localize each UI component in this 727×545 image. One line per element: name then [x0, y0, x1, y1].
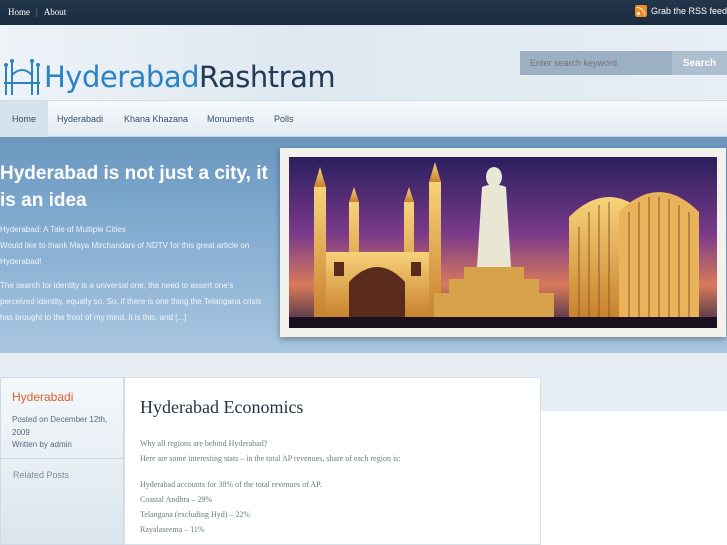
- rss-link[interactable]: Grab the RSS feed: [634, 5, 727, 17]
- post-main: Hyderabad Economics Why all regions are …: [124, 377, 541, 545]
- featured-area: Hyderabad is not just a city, it is an i…: [0, 137, 727, 353]
- post-intro-2: Here are some interesting stats – in the…: [140, 454, 401, 463]
- top-link-about[interactable]: About: [44, 7, 67, 17]
- post-category[interactable]: Hyderabadi: [12, 390, 73, 404]
- sidebar-divider: [1, 458, 123, 459]
- top-links: Home | About: [8, 7, 66, 17]
- post-stat-hyderabad: Hyderabad accounts for 38% of the total …: [140, 480, 322, 489]
- top-link-separator: |: [36, 7, 38, 17]
- top-link-home[interactable]: Home: [8, 7, 30, 17]
- post-intro-1: Why all regions are behind Hyderabad?: [140, 439, 268, 448]
- charminar-logo-icon: [4, 59, 40, 95]
- featured-title[interactable]: Hyderabad is not just a city, it is an i…: [0, 160, 270, 214]
- nav-item-hyderabadi[interactable]: Hyderabadi: [45, 101, 115, 137]
- nav-item-monuments[interactable]: Monuments: [195, 101, 266, 137]
- nav-item-khana-khazana[interactable]: Khana Khazana: [112, 101, 200, 137]
- post-stat-rayalaseema: Rayalaseema – 11%: [140, 525, 205, 534]
- hyderabad-skyline-image: [289, 157, 717, 328]
- post-date: Posted on December 12th, 2009: [12, 415, 108, 437]
- search-form: Search: [520, 51, 727, 75]
- post-meta: Posted on December 12th, 2009 Written by…: [12, 414, 122, 452]
- related-posts-heading: Related Posts: [13, 470, 70, 480]
- featured-excerpt-para1: Hyderabad: A Tale of Multiple Cities Woul…: [0, 222, 270, 270]
- featured-photo[interactable]: [280, 148, 726, 337]
- search-input[interactable]: [520, 51, 672, 75]
- right-column: [541, 411, 727, 545]
- post-body: Why all regions are behind Hyderabad? He…: [140, 436, 530, 537]
- featured-line1: Hyderabad: A Tale of Multiple Cities: [0, 225, 126, 234]
- main-nav: Home Hyderabadi Khana Khazana Monuments …: [0, 100, 727, 137]
- post-title[interactable]: Hyderabad Economics: [140, 397, 303, 418]
- content-area: Hyderabadi Posted on December 12th, 2009…: [0, 353, 727, 545]
- post-stat-coastal: Coastal Andhra – 29%: [140, 495, 213, 504]
- featured-line2: Would like to thank Maya Mirchandani of …: [0, 241, 250, 266]
- site-logo[interactable]: HyderabadRashtram: [2, 47, 336, 97]
- search-button[interactable]: Search: [672, 51, 727, 75]
- featured-excerpt: Hyderabad: A Tale of Multiple Cities Woul…: [0, 222, 270, 334]
- logo-text: HyderabadRashtram: [44, 60, 336, 94]
- top-bar: Home | About Grab the RSS feed: [0, 0, 727, 25]
- featured-excerpt-para2: The search for identity is a universal o…: [0, 281, 262, 322]
- post-sidebar: Hyderabadi Posted on December 12th, 2009…: [0, 377, 124, 545]
- rss-icon: [634, 5, 647, 17]
- nav-item-polls[interactable]: Polls: [262, 101, 306, 137]
- rss-label: Grab the RSS feed: [650, 6, 727, 16]
- post-author: Written by admin: [12, 440, 72, 449]
- nav-item-home[interactable]: Home: [0, 101, 49, 137]
- post-stat-telangana: Telangana (excluding Hyd) – 22%: [140, 510, 251, 519]
- site-header: HyderabadRashtram Search: [0, 25, 727, 100]
